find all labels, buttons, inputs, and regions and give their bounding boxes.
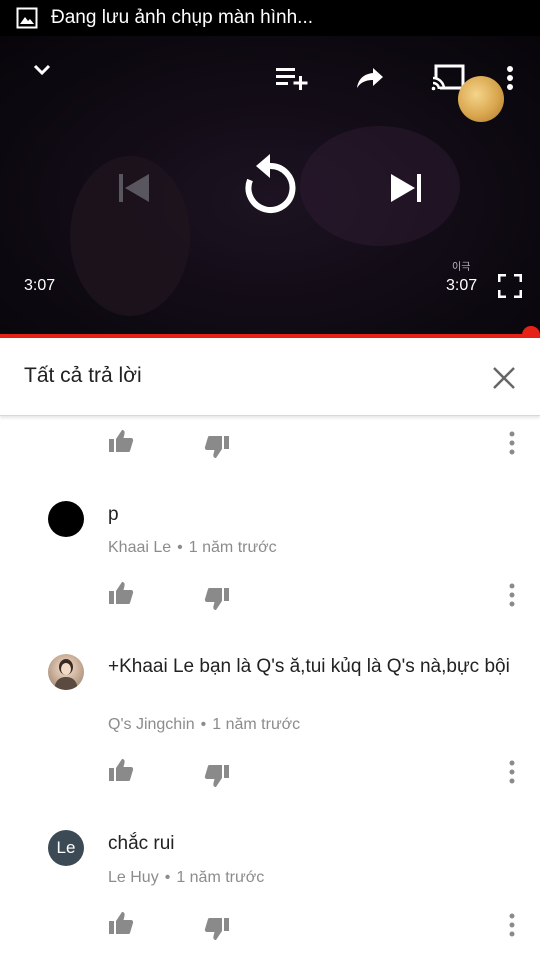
- comment-time: 1 năm trước: [176, 869, 265, 886]
- fullscreen-button[interactable]: [496, 272, 524, 300]
- comment-actions: [0, 580, 540, 612]
- video-player[interactable]: 3:07 이극 3:07: [0, 36, 540, 336]
- image-icon: [16, 7, 38, 29]
- meta-separator: •: [164, 869, 171, 886]
- chevron-down-icon: [33, 64, 51, 76]
- more-options-button[interactable]: [498, 58, 522, 98]
- thumbs-up-icon[interactable]: [108, 757, 134, 783]
- share-button[interactable]: [350, 58, 390, 98]
- comment-actions: [0, 910, 540, 942]
- current-time: 3:07: [24, 277, 56, 294]
- thumbs-down-icon[interactable]: [204, 586, 230, 612]
- avatar[interactable]: [48, 654, 84, 690]
- close-button[interactable]: [486, 360, 522, 396]
- avatar-photo: [54, 659, 78, 690]
- add-to-playlist-button[interactable]: [272, 58, 312, 98]
- replay-icon: [245, 154, 296, 213]
- more-vert-icon[interactable]: [502, 912, 522, 938]
- skip-next-icon: [391, 174, 421, 202]
- skip-previous-icon: [119, 174, 149, 202]
- screenshot-saving-text: Đang lưu ảnh chụp màn hình...: [51, 7, 314, 28]
- replies-panel-header: Tất cả trả lời: [0, 338, 540, 416]
- comment-actions: [0, 757, 540, 789]
- close-icon: [493, 367, 515, 389]
- video-watermark: 이극: [452, 262, 471, 273]
- previous-button[interactable]: [112, 166, 156, 210]
- thumbs-down-icon[interactable]: [204, 763, 230, 789]
- thumbs-down-icon[interactable]: [204, 916, 230, 942]
- replay-button[interactable]: [236, 150, 304, 222]
- meta-separator: •: [200, 716, 207, 733]
- more-vert-icon[interactable]: [502, 582, 522, 608]
- comment-text: +Khaai Le bạn là Q's ă,tui kủq là Q's nà…: [108, 656, 510, 677]
- next-button[interactable]: [384, 166, 428, 210]
- comment-author[interactable]: Q's Jingchin: [108, 716, 195, 733]
- avatar[interactable]: [48, 501, 84, 537]
- more-vert-icon[interactable]: [502, 430, 522, 456]
- share-icon: [357, 68, 383, 88]
- avatar[interactable]: Le: [48, 830, 84, 866]
- more-vert-icon: [507, 66, 513, 90]
- thumbs-up-icon[interactable]: [108, 428, 134, 454]
- video-shadow: [300, 126, 460, 246]
- thumbs-up-icon[interactable]: [108, 910, 134, 936]
- comment-meta: Le Huy • 1 năm trước: [108, 869, 264, 887]
- status-bar: Đang lưu ảnh chụp màn hình...: [0, 0, 540, 36]
- duration: 3:07: [446, 277, 478, 294]
- comment-meta: Q's Jingchin • 1 năm trước: [108, 716, 300, 734]
- thumbs-up-icon[interactable]: [108, 580, 134, 606]
- comment-time: 1 năm trước: [188, 539, 277, 556]
- thumbs-down-icon[interactable]: [204, 434, 230, 460]
- comment-text: chắc rui: [108, 833, 175, 854]
- panel-title: Tất cả trả lời: [24, 364, 142, 387]
- fullscreen-icon: [498, 274, 522, 298]
- comment-author[interactable]: Khaai Le: [108, 539, 171, 556]
- avatar-initials: Le: [56, 838, 76, 857]
- more-vert-icon[interactable]: [502, 759, 522, 785]
- collapse-button[interactable]: [22, 50, 62, 90]
- playlist-add-icon: [276, 68, 308, 90]
- comment-actions: [0, 428, 540, 460]
- meta-separator: •: [177, 539, 183, 556]
- comment-time: 1 năm trước: [212, 716, 301, 733]
- comment-author[interactable]: Le Huy: [108, 869, 159, 886]
- comment-meta: Khaai Le • 1 năm trước: [108, 539, 277, 557]
- comment-text: p: [108, 504, 119, 525]
